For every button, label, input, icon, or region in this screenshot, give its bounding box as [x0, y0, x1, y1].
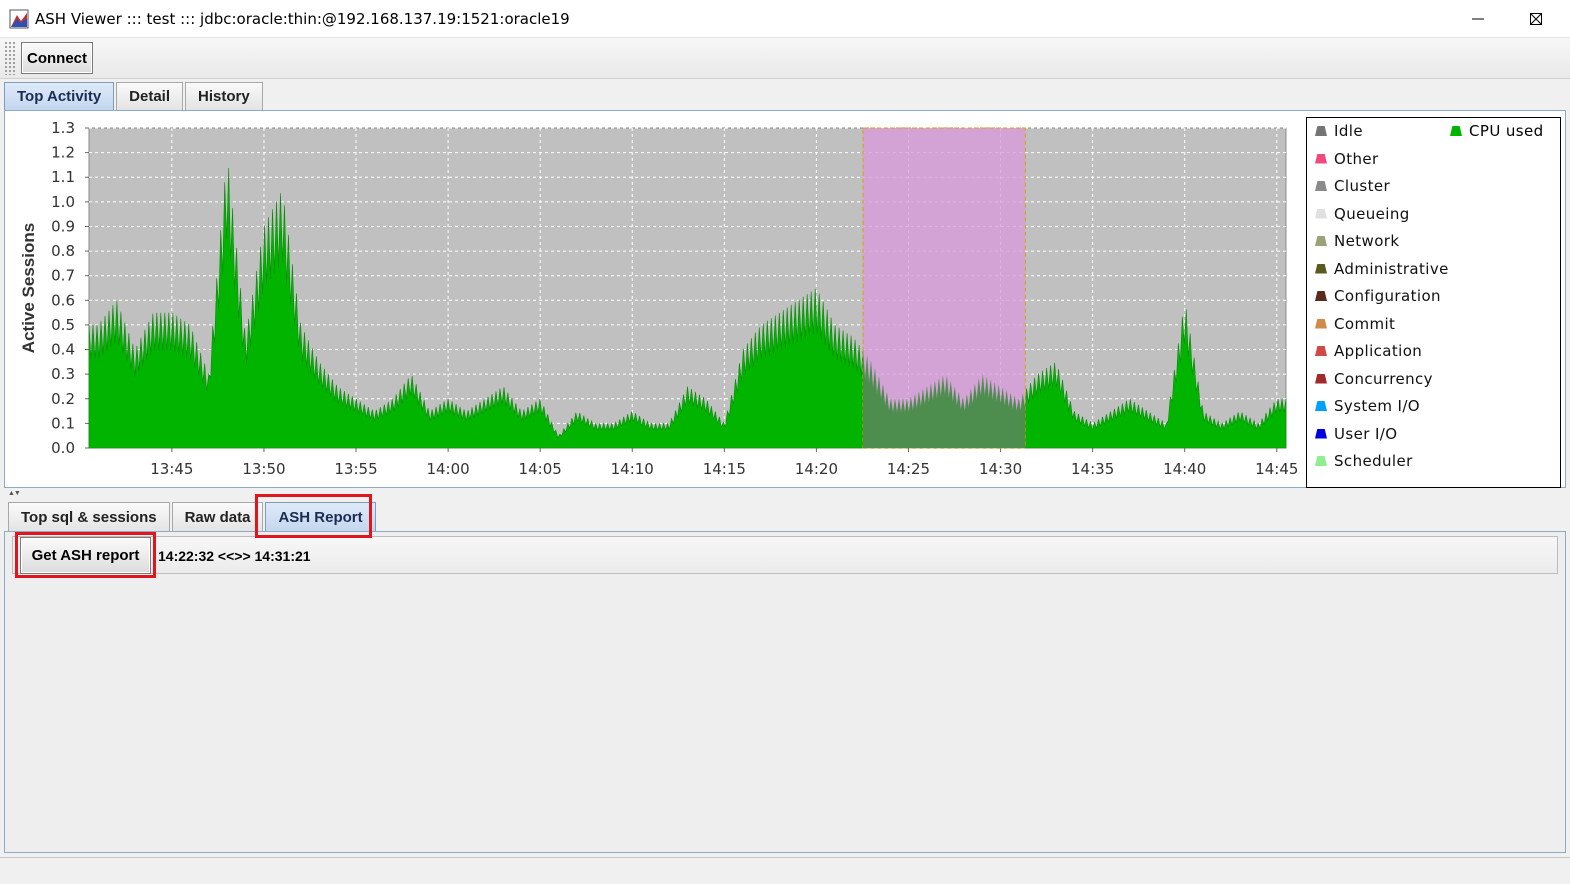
legend-item-other: Other — [1315, 150, 1379, 168]
legend-item-application: Application — [1315, 342, 1422, 360]
legend-item-commit: Commit — [1315, 315, 1395, 333]
y-tick-label: 1.3 — [51, 119, 75, 137]
close-icon — [1530, 13, 1542, 25]
ash-report-panel — [4, 531, 1566, 853]
legend-label: Application — [1334, 342, 1423, 360]
legend-item-idle: Idle — [1315, 122, 1363, 140]
connect-button[interactable]: Connect — [21, 42, 93, 74]
legend-swatch-icon — [1315, 373, 1327, 384]
x-tick-label: 14:30 — [979, 460, 1022, 478]
panel-splitter[interactable] — [0, 488, 1570, 498]
legend-label: Administrative — [1334, 259, 1449, 278]
legend-swatch-icon — [1315, 236, 1327, 246]
legend-label: Cluster — [1334, 177, 1391, 195]
x-tick-label: 14:05 — [519, 460, 562, 478]
y-tick-label: 0.9 — [51, 217, 75, 235]
x-tick-label: 14:20 — [795, 460, 838, 478]
tab-history[interactable]: History — [185, 82, 263, 110]
y-tick-label: 0.5 — [51, 316, 75, 334]
x-tick-label: 14:40 — [1163, 460, 1206, 478]
legend-swatch-icon — [1450, 126, 1462, 136]
legend-swatch-icon — [1315, 456, 1327, 466]
y-tick-label: 0.0 — [51, 439, 75, 457]
y-tick-label: 0.2 — [51, 390, 75, 408]
x-tick-label: 14:45 — [1255, 460, 1298, 478]
close-button[interactable] — [1507, 0, 1565, 38]
legend-swatch-icon — [1315, 181, 1327, 191]
legend-label: Other — [1334, 149, 1379, 168]
x-tick-label: 14:00 — [426, 460, 469, 478]
get-ash-report-button[interactable]: Get ASH report — [20, 537, 151, 574]
y-tick-label: 0.6 — [51, 291, 75, 309]
legend-swatch-icon — [1315, 291, 1327, 301]
x-tick-label: 13:50 — [242, 460, 285, 478]
legend-item-administrative: Administrative — [1315, 260, 1449, 278]
x-tick-label: 14:10 — [611, 460, 654, 478]
legend-label: Network — [1334, 232, 1400, 250]
y-tick-label: 1.1 — [51, 168, 75, 186]
main-tabs: Top Activity Detail History — [4, 82, 265, 110]
x-tick-label: 13:45 — [150, 460, 193, 478]
legend-item-queueing: Queueing — [1315, 205, 1410, 223]
legend-label: Concurrency — [1334, 369, 1433, 388]
y-tick-label: 1.0 — [51, 193, 75, 211]
legend-item-cpu-used: CPU used — [1450, 122, 1544, 140]
legend-swatch-icon — [1315, 153, 1327, 164]
main-toolbar: Connect — [0, 38, 1570, 79]
tab-top-sql-sessions[interactable]: Top sql & sessions — [8, 502, 170, 532]
tab-top-activity[interactable]: Top Activity — [4, 82, 115, 110]
tab-raw-data[interactable]: Raw data — [171, 502, 264, 532]
maximize-button-slot — [1449, 0, 1507, 38]
legend-swatch-icon — [1315, 263, 1327, 274]
window-titlebar: ASH Viewer ::: test ::: jdbc:oracle:thin… — [0, 0, 1570, 38]
legend-swatch-icon — [1315, 428, 1327, 439]
y-tick-label: 0.8 — [51, 242, 75, 260]
x-tick-label: 13:55 — [334, 460, 377, 478]
app-icon — [9, 9, 29, 29]
legend-item-user-i-o: User I/O — [1315, 425, 1397, 443]
x-tick-label: 14:15 — [703, 460, 746, 478]
legend-label: Idle — [1334, 122, 1363, 140]
top-activity-panel: 0.0 0.1 0.2 0.3 0.4 0.5 0.6 0.7 0.8 0.9 1.0 1.1 1.2 1… — [4, 110, 1566, 488]
detail-tabs: Top sql & sessions Raw data ASH Report — [8, 502, 378, 532]
x-tick-label: 14:35 — [1071, 460, 1114, 478]
legend-label: Queueing — [1334, 204, 1410, 223]
legend-item-system-i-o: System I/O — [1315, 397, 1420, 415]
y-tick-label: 0.1 — [51, 414, 75, 432]
legend-swatch-icon — [1315, 208, 1327, 219]
tab-ash-report[interactable]: ASH Report — [265, 502, 376, 532]
legend-swatch-icon — [1315, 346, 1327, 356]
legend-swatch-icon — [1315, 318, 1327, 329]
legend-item-concurrency: Concurrency — [1315, 370, 1433, 388]
chart-legend: CPU used Idle Other Cluster Queueing Network… — [1306, 117, 1561, 488]
y-axis-label: Active Sessions — [19, 223, 38, 353]
legend-label: System I/O — [1334, 397, 1420, 415]
legend-item-network: Network — [1315, 232, 1399, 250]
tab-detail[interactable]: Detail — [116, 82, 184, 110]
legend-label: Commit — [1334, 314, 1396, 333]
y-tick-label: 0.4 — [51, 341, 75, 359]
y-tick-label: 0.3 — [51, 365, 75, 383]
legend-label: CPU used — [1469, 122, 1544, 140]
y-tick-label: 1.2 — [51, 144, 75, 162]
selected-time-range: 14:22:32 <<>> 14:31:21 — [158, 548, 311, 564]
legend-swatch-icon — [1315, 401, 1327, 411]
legend-label: Configuration — [1334, 287, 1441, 305]
legend-item-configuration: Configuration — [1315, 287, 1441, 305]
splitter-arrows-icon[interactable]: ▲▼ — [8, 490, 21, 497]
legend-label: Scheduler — [1334, 452, 1413, 470]
legend-item-scheduler: Scheduler — [1315, 452, 1413, 470]
y-tick-label: 0.7 — [51, 267, 75, 285]
legend-swatch-icon — [1315, 126, 1327, 136]
status-bar — [0, 857, 1570, 884]
window-title: ASH Viewer ::: test ::: jdbc:oracle:thin… — [35, 10, 570, 28]
x-tick-label: 14:25 — [887, 460, 930, 478]
active-sessions-chart[interactable]: 0.0 0.1 0.2 0.3 0.4 0.5 0.6 0.7 0.8 0.9 1.0 1.1 1.2 1… — [5, 111, 1305, 487]
legend-label: User I/O — [1334, 424, 1398, 443]
legend-item-cluster: Cluster — [1315, 177, 1390, 195]
toolbar-grip-icon[interactable] — [4, 41, 16, 75]
